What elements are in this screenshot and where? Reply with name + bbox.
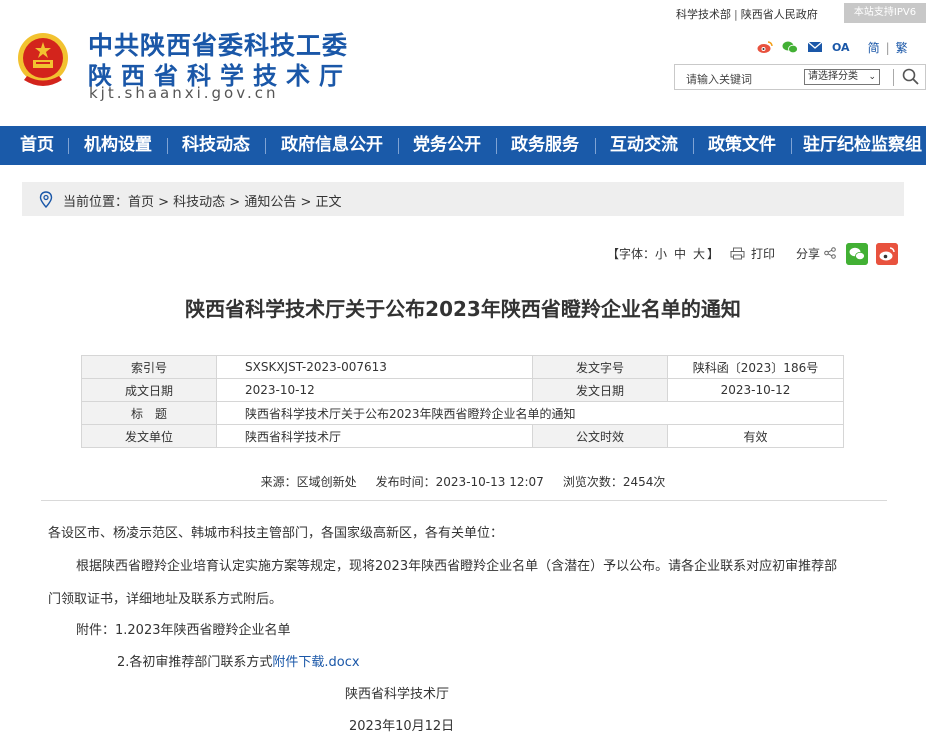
main-nav: 首页 机构设置 科技动态 政府信息公开 党务公开 政务服务 互动交流 政策文件 …	[0, 126, 926, 165]
search-category-value: 请选择分类	[808, 71, 858, 82]
attachment-2: 2.各初审推荐部门联系方式附件下载.docx	[117, 651, 360, 670]
meta-key: 成文日期	[81, 378, 217, 402]
meta-value: 有效	[667, 424, 844, 448]
search-input[interactable]: 请输入关键词	[686, 71, 752, 87]
share-icon	[824, 247, 836, 259]
national-emblem-icon	[18, 33, 68, 86]
nav-separator	[496, 138, 497, 154]
article-publish-time: 发布时间：2023-10-13 12:07	[375, 475, 544, 489]
nav-gov-services[interactable]: 政务服务	[511, 126, 579, 165]
breadcrumb: 当前位置：首页 > 科技动态 > 通知公告 > 正文	[22, 182, 904, 216]
ipv6-badge: 本站支持IPV6	[844, 3, 926, 23]
meta-key: 标 题	[81, 401, 217, 425]
lang-simplified[interactable]: 简	[868, 41, 880, 55]
nav-organization[interactable]: 机构设置	[84, 126, 152, 165]
font-medium-button[interactable]: 中	[674, 245, 686, 262]
meta-key: 发文字号	[532, 355, 668, 379]
nav-separator	[265, 138, 266, 154]
table-row: 索引号 SXSKXJST-2023-007613 发文字号 陕科函〔2023〕1…	[81, 355, 844, 379]
breadcrumb-path[interactable]: 首页 > 科技动态 > 通知公告 > 正文	[128, 195, 341, 210]
font-size-close: 】	[707, 247, 720, 261]
lang-switch: 简 | 繁	[867, 40, 908, 55]
meta-value: 陕西省科学技术厅	[216, 424, 533, 448]
lang-traditional[interactable]: 繁	[896, 41, 908, 55]
article-title: 陕西省科学技术厅关于公布2023年陕西省瞪羚企业名单的通知	[185, 297, 741, 321]
meta-key: 发文日期	[532, 378, 668, 402]
nav-separator	[68, 138, 69, 154]
meta-value: 陕科函〔2023〕186号	[667, 355, 844, 379]
chevron-down-icon: ⌄	[868, 72, 876, 82]
top-link-most[interactable]: 科学技术部	[676, 8, 731, 21]
meta-value: 陕西省科学技术厅关于公布2023年陕西省瞪羚企业名单的通知	[216, 401, 844, 425]
mail-icon[interactable]	[807, 40, 823, 54]
divider	[41, 500, 887, 501]
meta-key: 公文时效	[532, 424, 668, 448]
article-source: 来源：区域创新处	[260, 475, 357, 489]
attachment-1: 附件：1.2023年陕西省瞪羚企业名单	[76, 623, 291, 638]
meta-value: SXSKXJST-2023-007613	[216, 355, 533, 379]
top-links: 科学技术部 | 陕西省人民政府	[676, 8, 818, 21]
nav-separator	[398, 138, 399, 154]
article-views: 浏览次数：2454次	[562, 475, 666, 489]
site-url: kjt.shaanxi.gov.cn	[89, 84, 279, 102]
table-row: 成文日期 2023-10-12 发文日期 2023-10-12	[81, 378, 844, 402]
meta-key: 发文单位	[81, 424, 217, 448]
font-large-button[interactable]: 大	[693, 245, 705, 262]
search-divider	[893, 69, 894, 86]
meta-value: 2023-10-12	[667, 378, 844, 402]
social-links: OA 简 | 繁	[757, 39, 908, 55]
table-row: 发文单位 陕西省科学技术厅 公文时效 有效	[81, 424, 844, 448]
nav-tech-news[interactable]: 科技动态	[182, 126, 250, 165]
nav-separator	[595, 138, 596, 154]
salutation: 各设区市、杨凌示范区、韩城市科技主管部门，各国家级高新区，各有关单位：	[48, 526, 504, 541]
wechat-icon[interactable]	[782, 40, 798, 54]
nav-separator	[693, 138, 694, 154]
sign-date: 2023年10月12日	[349, 719, 455, 734]
font-small-button[interactable]: 小	[655, 245, 667, 262]
nav-discipline[interactable]: 驻厅纪检监察组	[803, 126, 922, 165]
print-button[interactable]: 打印	[751, 245, 775, 262]
attachment-download-link[interactable]: 附件下载.docx	[272, 655, 359, 670]
body-paragraph: 根据陕西省瞪羚企业培育认定实施方案等规定，现将2023年陕西省瞪羚企业名单（含潜…	[76, 559, 838, 574]
location-pin-icon	[39, 191, 53, 208]
signature: 陕西省科学技术厅	[345, 687, 450, 702]
table-row: 标 题 陕西省科学技术厅关于公布2023年陕西省瞪羚企业名单的通知	[81, 401, 844, 425]
breadcrumb-prefix: 当前位置：	[63, 195, 129, 210]
nav-separator	[791, 138, 792, 154]
share-label: 分享	[796, 247, 821, 261]
article-info: 来源：区域创新处 发布时间：2023-10-13 12:07 浏览次数：2454…	[0, 473, 926, 490]
share-weibo-icon[interactable]	[876, 243, 898, 265]
font-size-label: 【字体：	[607, 247, 656, 261]
nav-separator	[167, 138, 168, 154]
nav-interaction[interactable]: 互动交流	[610, 126, 678, 165]
meta-key: 索引号	[81, 355, 217, 379]
weibo-icon[interactable]	[757, 40, 773, 54]
nav-policy-docs[interactable]: 政策文件	[708, 126, 776, 165]
meta-value: 2023-10-12	[216, 378, 533, 402]
nav-party-affairs[interactable]: 党务公开	[413, 126, 481, 165]
share-wechat-icon[interactable]	[846, 243, 868, 265]
attachment-2-label: 2.各初审推荐部门联系方式	[117, 655, 273, 670]
search-box: 请输入关键词 请选择分类 ⌄	[674, 64, 926, 90]
oa-link[interactable]: OA	[832, 41, 850, 54]
document-meta-table: 索引号 SXSKXJST-2023-007613 发文字号 陕科函〔2023〕1…	[81, 355, 844, 448]
print-icon[interactable]	[730, 247, 745, 260]
nav-home[interactable]: 首页	[20, 126, 54, 165]
nav-gov-info[interactable]: 政府信息公开	[281, 126, 383, 165]
search-category-select[interactable]: 请选择分类 ⌄	[804, 69, 880, 85]
top-link-shaanxi-gov[interactable]: 陕西省人民政府	[741, 8, 818, 21]
search-icon[interactable]	[901, 67, 921, 87]
body-paragraph-cont: 门领取证书，详细地址及联系方式附后。	[48, 592, 283, 607]
